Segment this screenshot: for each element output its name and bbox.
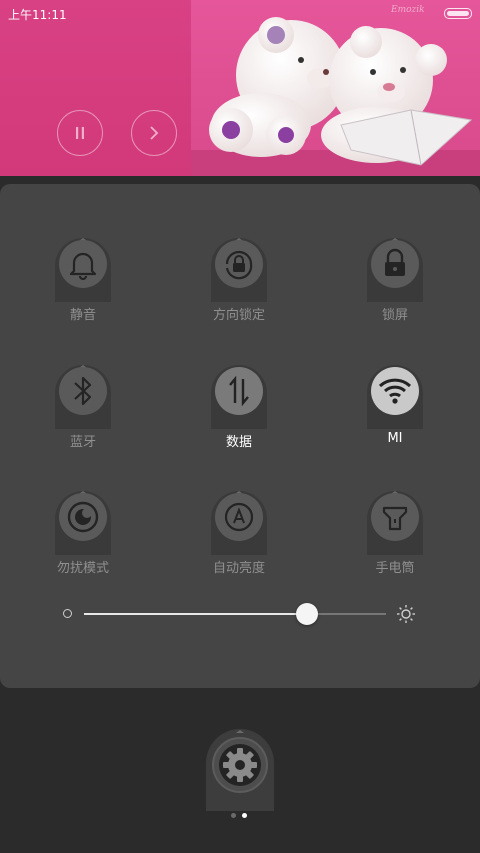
teddy-bears-image: Εmozik — [191, 0, 480, 176]
status-time: 上午11:11 — [8, 8, 67, 22]
toggle-wifi[interactable]: MI — [335, 365, 455, 465]
padlock-icon — [367, 238, 423, 302]
toggle-label: 自动亮度 — [212, 561, 265, 576]
brightness-high-icon — [397, 605, 415, 623]
svg-text:Εmozik: Εmozik — [390, 5, 425, 15]
toggle-bluetooth[interactable]: 蓝牙 — [23, 365, 143, 465]
pause-button[interactable] — [57, 110, 103, 156]
battery-icon — [444, 8, 472, 19]
do-not-disturb-icon — [55, 491, 111, 555]
flashlight-icon — [367, 491, 423, 555]
toggle-auto-brightness[interactable]: 自动亮度 — [179, 491, 299, 591]
next-icon — [150, 126, 159, 140]
bluetooth-icon — [55, 365, 111, 429]
toggle-label: 锁屏 — [381, 308, 408, 323]
mobile-data-icon — [211, 365, 267, 429]
wifi-icon — [367, 365, 423, 429]
toggle-do-not-disturb[interactable]: 勿扰模式 — [23, 491, 143, 591]
brightness-slider[interactable] — [56, 602, 426, 626]
slider-thumb[interactable] — [296, 603, 319, 625]
auto-brightness-icon — [211, 491, 267, 555]
toggle-label: 勿扰模式 — [56, 561, 109, 576]
toggle-flashlight[interactable]: 手电筒 — [335, 491, 455, 591]
toggle-lock-screen[interactable]: 锁屏 — [335, 238, 455, 338]
page-dot — [231, 813, 236, 818]
toggle-label: 蓝牙 — [69, 435, 96, 450]
pause-icon — [76, 127, 84, 139]
album-art[interactable]: Εmozik — [191, 0, 480, 176]
quick-settings-panel: 静音 方向锁定 锁屏 蓝牙 数据 MI 勿扰模式 自动亮度 手电筒 — [0, 184, 480, 688]
music-widget: 上午11:11 Εmozik — [0, 0, 480, 176]
toggle-label: 静音 — [69, 308, 96, 323]
page-indicator — [231, 813, 251, 819]
bell-icon — [55, 238, 111, 302]
toggle-mobile-data[interactable]: 数据 — [179, 365, 299, 465]
brightness-low-icon — [63, 609, 72, 618]
music-controls-area: 上午11:11 — [0, 0, 191, 176]
toggle-label: 方向锁定 — [212, 308, 265, 323]
page-dot-active — [242, 813, 247, 818]
toggle-label: 数据 — [225, 435, 252, 450]
gear-icon — [206, 729, 274, 811]
toggle-rotation-lock[interactable]: 方向锁定 — [179, 238, 299, 338]
divider — [0, 176, 480, 184]
toggle-label: 手电筒 — [375, 561, 415, 576]
toggle-label: MI — [387, 431, 403, 446]
rotation-lock-icon — [211, 238, 267, 302]
toggle-mute[interactable]: 静音 — [23, 238, 143, 338]
settings-button[interactable] — [206, 729, 274, 811]
next-button[interactable] — [131, 110, 177, 156]
slider-fill — [84, 613, 308, 615]
